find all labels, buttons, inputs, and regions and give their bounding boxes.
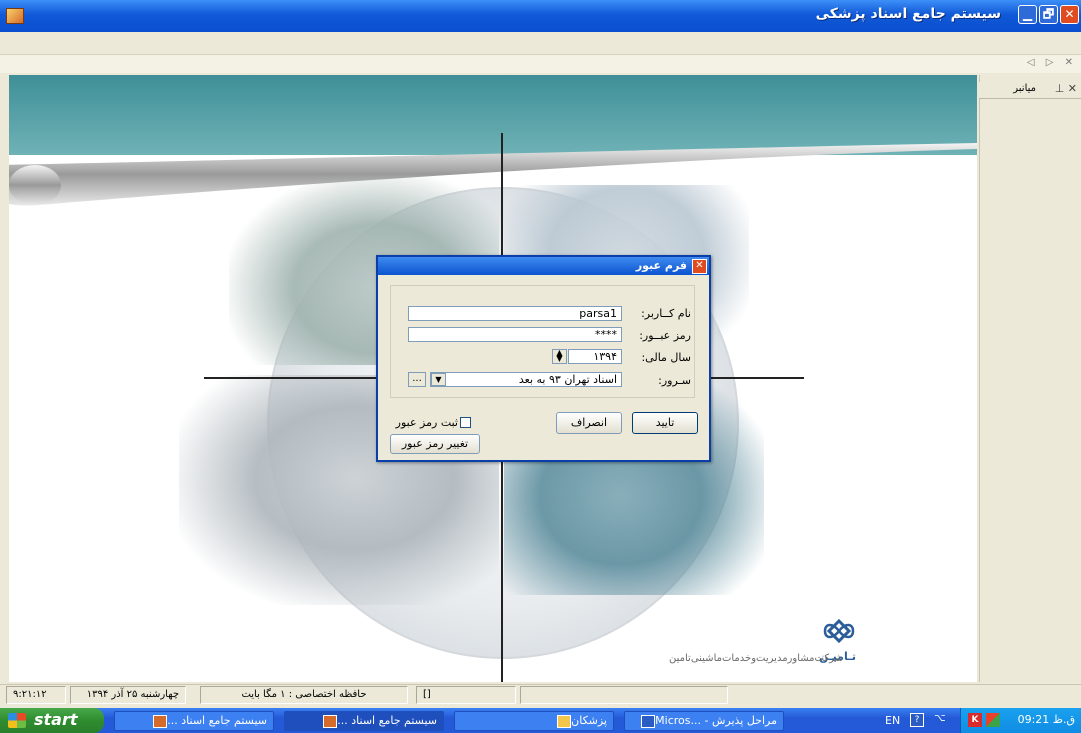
windows-flag-icon [8,713,26,728]
language-indicator[interactable]: EN [885,714,900,727]
chevron-down-icon[interactable]: ▼ [431,373,446,386]
restore-button[interactable]: 🗗 [1039,5,1058,24]
word-document-icon [641,714,656,728]
panel-pin-close-icons[interactable]: ⊥ ✕ [1055,82,1077,95]
folder-icon [557,714,572,728]
status-time: ۹:۲۱:۱۲ [6,686,66,704]
change-password-button[interactable]: تغییر رمز عبور [390,434,480,454]
system-clock[interactable]: ق.ظ 09:21 [1018,713,1075,726]
fiscal-year-field[interactable]: ۱۳۹۴ [568,349,622,364]
password-field[interactable]: **** [408,327,622,342]
taskbar-item-label: Micros... - مراحل پذیرش [655,714,777,727]
menu-bar [0,32,1081,55]
login-dialog: فرم عبور ✕ نام کــاربر: parsa1 رمز عبــو… [376,255,711,462]
antivirus-icon[interactable]: K [968,713,982,727]
app-window-icon [153,714,168,728]
tab-navigation-controls[interactable]: ◁ ▷ ✕ [1027,57,1077,68]
taskbar-item-app-2[interactable]: ... سیستم جامع اسناد [284,711,444,731]
dialog-close-icon[interactable]: ✕ [692,259,707,274]
username-field[interactable]: parsa1 [408,306,622,321]
password-label: رمز عبــور: [639,329,691,342]
fiscal-year-label: سال مالی: [641,351,691,364]
tamin-logo-icon [823,618,855,644]
status-memory: حافظه اختصاصی : ۱ مگا بایت [200,686,408,704]
pen-input-icon[interactable]: ⌥ [934,713,946,724]
browse-server-button[interactable]: ... [408,372,426,387]
ok-button[interactable]: تایید [632,412,698,434]
server-select[interactable]: اسناد تهران ۹۳ به بعد [430,372,622,387]
help-icon[interactable]: ? [910,713,924,727]
shortcut-panel-title: میانبر [1013,83,1036,94]
year-spinner-icon[interactable]: ▲ ▼ [552,349,567,364]
taskbar-item-app-1[interactable]: ... سیستم جامع اسناد [114,711,274,731]
taskbar-item-label: ... سیستم جامع اسناد [337,714,437,727]
cancel-button[interactable]: انصراف [556,412,622,434]
taskbar-item-label: پزشکان [571,714,607,727]
taskbar-item-word[interactable]: Micros... - مراحل پذیرش [624,711,784,731]
username-label: نام کــاربر: [641,307,691,320]
document-tab-strip [0,55,1081,73]
network-icon[interactable] [986,713,1000,727]
status-blank-panel [520,686,728,704]
shortcut-panel [979,75,1081,682]
save-password-checkbox[interactable] [460,417,471,428]
taskbar-item-label: ... سیستم جامع اسناد [167,714,267,727]
taskbar-item-folder[interactable]: پزشکان [454,711,614,731]
dialog-title: فرم عبور [635,259,687,272]
server-label: سـرور: [658,374,691,387]
company-name: شرکت‌مشاورمدیریت‌وخدمات‌ماشینی‌تامین [669,653,844,664]
app-icon[interactable] [6,8,24,24]
close-button[interactable]: ✕ [1060,5,1079,24]
minimize-button[interactable]: ▁ [1018,5,1037,24]
save-password-label: ثبت رمز عبور [395,416,458,429]
window-title: سیستم جامع اسناد پزشکی [815,6,1001,22]
app-window-icon [323,714,338,728]
status-empty-panel: [] [416,686,516,704]
status-date: چهارشنبه ۲۵ آذر ۱۳۹۴ [70,686,186,704]
